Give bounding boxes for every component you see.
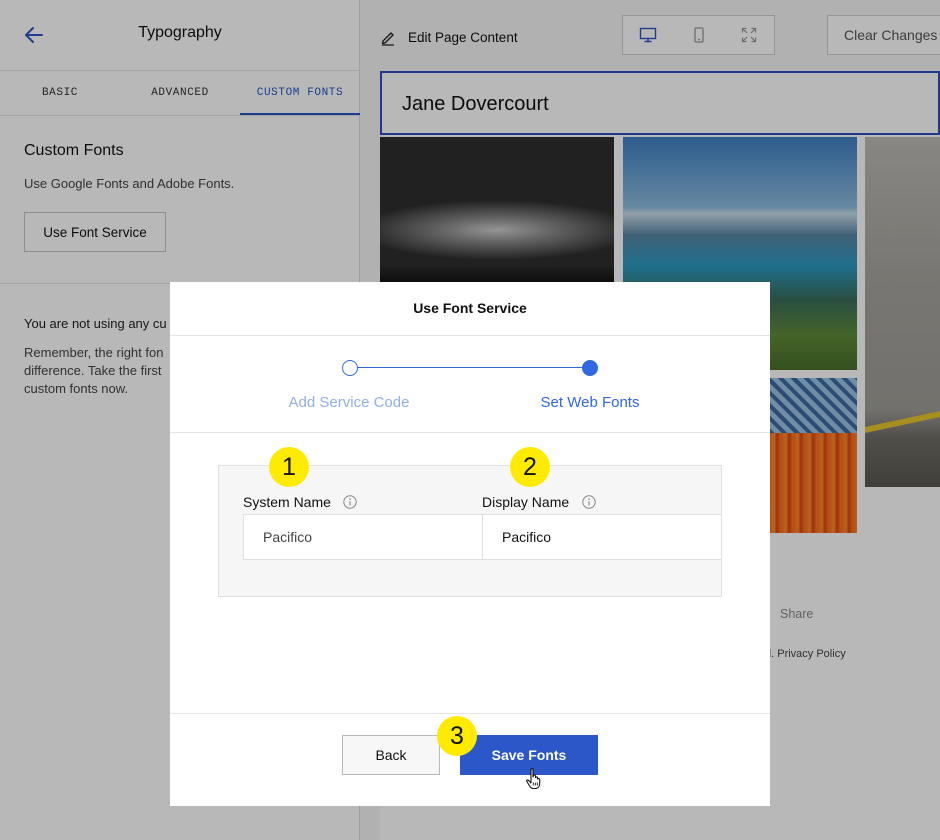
step-marker-1: 1	[269, 447, 309, 487]
step-label-add-service-code[interactable]: Add Service Code	[229, 394, 469, 411]
step-progress: Add Service Code Set Web Fonts	[170, 336, 770, 433]
info-icon[interactable]	[582, 495, 596, 509]
info-icon[interactable]	[343, 495, 357, 509]
display-name-label: Display Name	[482, 494, 570, 510]
step-dot-set-web-fonts	[582, 360, 598, 376]
system-name-label: System Name	[243, 494, 331, 510]
step-marker-3: 3	[437, 716, 477, 756]
step-label-set-web-fonts: Set Web Fonts	[540, 394, 640, 411]
display-name-input[interactable]	[482, 514, 722, 560]
hand-pointer-icon	[526, 768, 541, 790]
dialog-header: Use Font Service	[170, 282, 770, 336]
step-dot-add-service-code[interactable]	[342, 360, 358, 376]
step-marker-2: 2	[510, 447, 550, 487]
dialog-title: Use Font Service	[413, 300, 527, 316]
step-connector	[350, 367, 590, 368]
back-button[interactable]: Back	[342, 735, 440, 775]
system-name-input[interactable]	[243, 514, 483, 560]
